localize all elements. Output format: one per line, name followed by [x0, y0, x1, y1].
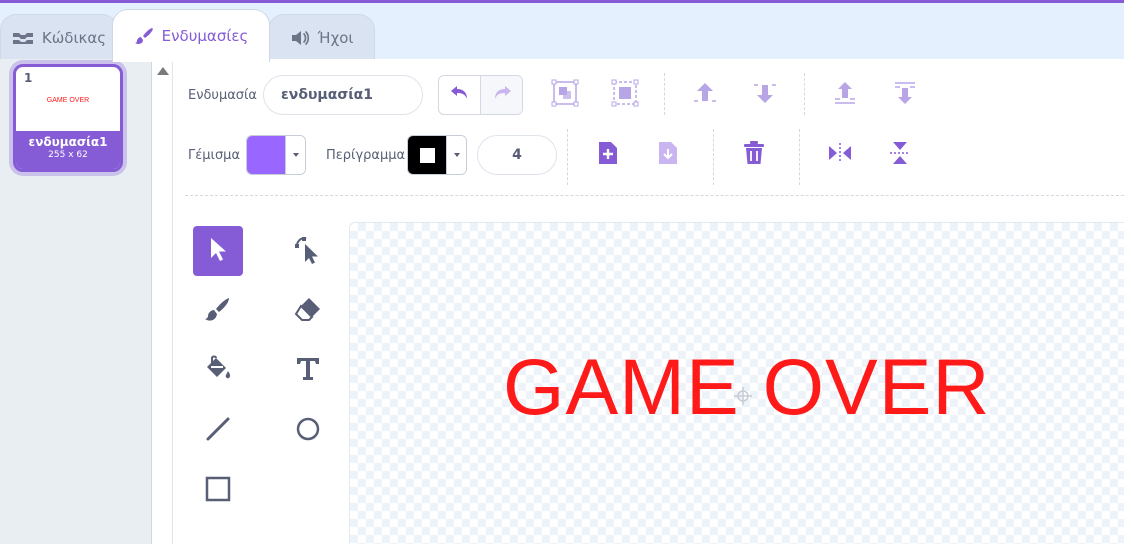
- select-icon: [206, 236, 230, 266]
- speaker-icon: [290, 30, 310, 46]
- fill-color-picker[interactable]: [246, 135, 306, 175]
- text-icon: [295, 356, 321, 386]
- toolbar-separator: [713, 129, 714, 185]
- circle-tool[interactable]: [283, 406, 333, 456]
- crosshair-icon: [733, 386, 753, 410]
- ungroup-button[interactable]: [608, 78, 642, 112]
- line-icon: [205, 416, 231, 446]
- redo-icon: [491, 84, 513, 106]
- paste-button[interactable]: [591, 138, 625, 172]
- undo-redo-group: [438, 75, 523, 115]
- flip-horizontal-button[interactable]: [823, 138, 857, 172]
- code-blocks-icon: [12, 31, 34, 45]
- costume-name: ενδυμασία1: [28, 135, 108, 149]
- tab-costumes[interactable]: Ενδυμασίες: [112, 9, 270, 62]
- back-icon: [891, 79, 919, 111]
- costume-info: ενδυμασία1 255 x 62: [16, 131, 120, 169]
- toolbar-separator: [804, 73, 805, 115]
- line-tool[interactable]: [193, 406, 243, 456]
- toolbar-divider: [185, 195, 1124, 196]
- chevron-down-icon: [453, 153, 460, 157]
- paint-editor: Ενδυμασία ενδυμασία1 Γέμισμα Περίγραμμα …: [173, 59, 1124, 544]
- backward-icon: [751, 79, 779, 111]
- eraser-tool[interactable]: [283, 286, 333, 336]
- delete-button[interactable]: [737, 138, 771, 172]
- toolbar-separator: [567, 129, 568, 185]
- forward-icon: [691, 79, 719, 111]
- circle-icon: [295, 416, 321, 446]
- back-button[interactable]: [888, 78, 922, 112]
- brush-icon: [204, 295, 232, 327]
- rectangle-icon: [205, 476, 231, 506]
- forward-button[interactable]: [688, 78, 722, 112]
- outline-dropdown[interactable]: [446, 136, 466, 174]
- front-icon: [831, 79, 859, 111]
- flip-horizontal-icon: [826, 141, 854, 169]
- front-button[interactable]: [828, 78, 862, 112]
- copy-icon: [655, 139, 681, 171]
- toolbar-separator: [799, 129, 800, 185]
- fill-color-swatch: [247, 136, 286, 174]
- flip-vertical-button[interactable]: [883, 138, 917, 172]
- outline-color-picker[interactable]: [407, 135, 467, 175]
- outline-inner-square: [419, 147, 435, 163]
- chevron-down-icon: [292, 153, 299, 157]
- flip-vertical-icon: [888, 139, 912, 171]
- tab-code-label: Κώδικας: [41, 29, 107, 47]
- reshape-icon: [294, 234, 322, 268]
- brush-tool[interactable]: [193, 286, 243, 336]
- delete-icon: [742, 140, 766, 170]
- redo-button[interactable]: [480, 76, 522, 114]
- rectangle-tool[interactable]: [193, 466, 243, 516]
- costume-name-label: Ενδυμασία: [188, 88, 257, 103]
- text-tool[interactable]: [283, 346, 333, 396]
- fill-tool[interactable]: [193, 346, 243, 396]
- scroll-up-arrow-icon[interactable]: [157, 67, 169, 75]
- ungroup-icon: [611, 79, 639, 111]
- group-icon: [551, 79, 579, 111]
- scrollbar[interactable]: [152, 59, 173, 544]
- copy-button[interactable]: [651, 138, 685, 172]
- outline-label: Περίγραμμα: [326, 148, 406, 163]
- select-tool[interactable]: [193, 226, 243, 276]
- costume-name-input[interactable]: ενδυμασία1: [263, 75, 423, 115]
- costume-size: 255 x 62: [48, 150, 88, 160]
- toolbar-separator: [664, 73, 665, 115]
- undo-button[interactable]: [439, 76, 480, 114]
- reshape-tool[interactable]: [283, 226, 333, 276]
- eraser-icon: [294, 296, 322, 326]
- fill-icon: [203, 355, 233, 387]
- fill-label: Γέμισμα: [188, 148, 241, 163]
- outline-color-swatch: [408, 136, 447, 174]
- tab-costumes-label: Ενδυμασίες: [161, 27, 249, 45]
- backward-button[interactable]: [748, 78, 782, 112]
- tab-sounds-label: Ήχοι: [317, 29, 354, 47]
- costume-thumbnail-text: GAME OVER: [46, 96, 90, 104]
- group-button[interactable]: [548, 78, 582, 112]
- costume-number: 1: [24, 71, 33, 85]
- fill-dropdown[interactable]: [285, 136, 305, 174]
- paste-icon: [595, 139, 621, 171]
- undo-icon: [449, 84, 471, 106]
- drawing-canvas[interactable]: GAME OVER: [349, 222, 1124, 544]
- costume-list: GAME OVER 1 ενδυμασία1 255 x 62: [0, 59, 152, 544]
- tab-bar: Κώδικας Ήχοι Ενδυμασίες: [0, 3, 1124, 62]
- tab-sounds[interactable]: Ήχοι: [268, 14, 375, 61]
- costume-card[interactable]: GAME OVER 1 ενδυμασία1 255 x 62: [13, 64, 123, 172]
- tab-code[interactable]: Κώδικας: [0, 14, 118, 61]
- outline-width-input[interactable]: 4: [477, 135, 557, 175]
- paintbrush-icon: [134, 26, 154, 46]
